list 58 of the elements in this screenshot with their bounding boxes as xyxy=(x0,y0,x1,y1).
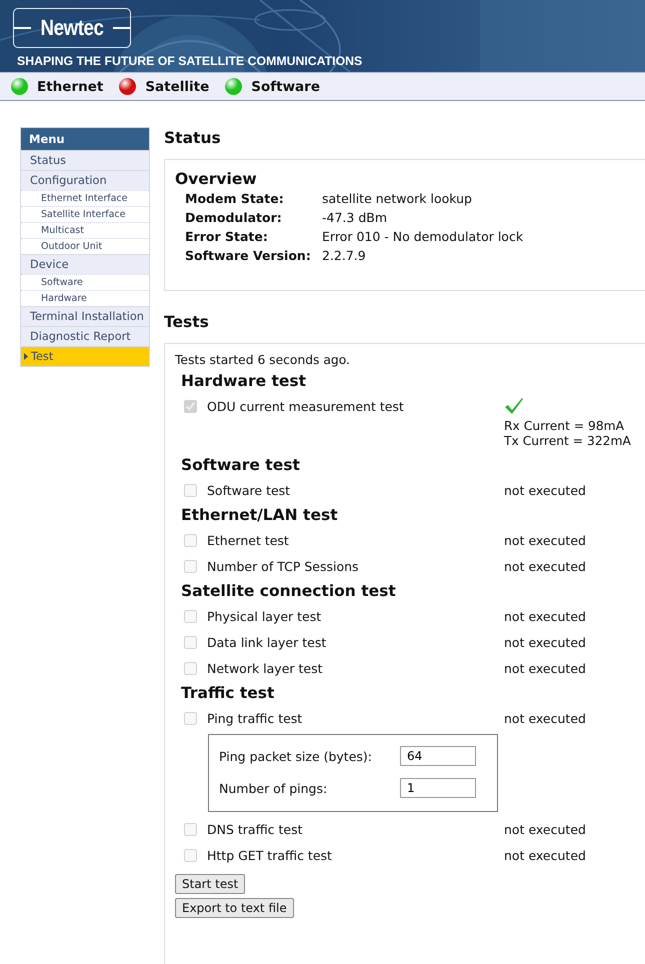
field-value: 2.2.7.9 xyxy=(322,248,367,263)
menu-item[interactable]: Device xyxy=(21,254,149,274)
field-value: Error 010 - No demodulator lock xyxy=(322,229,524,244)
test-label: Data link layer test xyxy=(207,634,326,650)
test-result: not executed xyxy=(504,848,587,862)
test-label: Http GET traffic test xyxy=(207,848,332,862)
indicator-label: Satellite xyxy=(145,78,210,94)
group-title: Traffic test xyxy=(181,683,276,704)
section-heading: Status xyxy=(164,128,222,149)
test-result: not executed xyxy=(504,634,587,650)
test-result: not executed xyxy=(504,532,587,548)
group-title: Software test xyxy=(181,455,301,476)
test-result: not executed xyxy=(504,482,587,498)
check-icon xyxy=(504,397,524,415)
menu-title: Menu xyxy=(21,128,149,150)
test-label: Ping traffic test xyxy=(207,710,302,726)
test-result: not executed xyxy=(504,822,587,836)
tests-started-text: Tests started 6 seconds ago. xyxy=(175,353,351,367)
indicator-label: Software xyxy=(251,78,320,94)
field-label: Error State: xyxy=(185,229,269,244)
measurement-text: Tx Current = 322mA xyxy=(504,434,631,449)
group-title: Ethernet/LAN test xyxy=(181,505,339,526)
parameter-label: Ping packet size (bytes): xyxy=(219,748,374,764)
menu-item[interactable]: Diagnostic Report xyxy=(21,326,149,346)
test-label: Ethernet test xyxy=(207,532,289,548)
input-field[interactable]: 64 xyxy=(400,746,476,766)
section-heading: Tests xyxy=(164,312,210,333)
logo-text: Newtec xyxy=(40,15,104,41)
test-result: not executed xyxy=(504,608,587,624)
field-value: satellite network lookup xyxy=(322,191,473,206)
field-label: Software Version: xyxy=(185,248,312,263)
parameter-label: Number of pings: xyxy=(219,780,328,796)
measurement-text: Rx Current = 98mA xyxy=(504,419,624,434)
menu-item[interactable]: Test xyxy=(21,346,149,366)
test-label: ODU current measurement test xyxy=(207,398,404,414)
caret-icon xyxy=(24,352,28,360)
test-label: Number of TCP Sessions xyxy=(207,558,359,574)
field-label: Modem State: xyxy=(185,191,285,206)
input-field[interactable]: 1 xyxy=(400,778,476,798)
test-label: Physical layer test xyxy=(207,608,322,624)
field-value: -47.3 dBm xyxy=(322,210,388,225)
field-label: Demodulator: xyxy=(185,210,283,225)
menu-item[interactable]: Terminal Installation xyxy=(21,306,149,326)
indicator-label: Ethernet xyxy=(37,78,104,94)
action-button[interactable]: Export to text file xyxy=(175,898,294,918)
panel-title: Overview xyxy=(175,170,258,188)
action-button[interactable]: Start test xyxy=(175,874,246,894)
menu-item[interactable]: Configuration xyxy=(21,170,149,190)
test-label: Software test xyxy=(207,482,290,498)
test-result: not executed xyxy=(504,660,587,676)
test-label: DNS traffic test xyxy=(207,822,303,836)
tagline: SHAPING THE FUTURE OF SATELLITE COMMUNICATIONS xyxy=(17,54,362,68)
menu-item[interactable]: Status xyxy=(21,150,149,170)
test-result: not executed xyxy=(504,710,587,726)
group-title: Hardware test xyxy=(181,371,308,392)
test-label: Network layer test xyxy=(207,660,323,676)
test-result: not executed xyxy=(504,558,587,574)
group-title: Satellite connection test xyxy=(181,581,397,602)
